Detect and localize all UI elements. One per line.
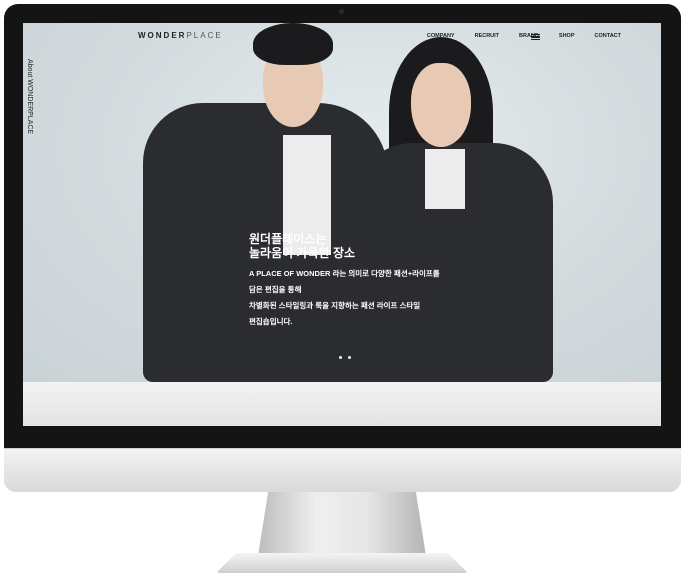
- side-about-label[interactable]: About WONDERPLACE: [26, 59, 33, 134]
- nav-menu: COMPANY RECRUIT BRAND SHOP CONTACT: [427, 33, 621, 39]
- nav-item-recruit[interactable]: RECRUIT: [475, 33, 499, 39]
- hero-desc-line-4: 편집숍입니다.: [249, 317, 293, 326]
- logo-light-text: PLACE: [186, 31, 223, 40]
- slider-dot-1[interactable]: [339, 356, 342, 359]
- nav-item-company[interactable]: COMPANY: [427, 33, 455, 39]
- monitor-stand-foot: [216, 553, 468, 573]
- slider-dot-2[interactable]: [348, 356, 351, 359]
- monitor-stand-neck: [258, 492, 426, 556]
- hero-title-line-2: 놀라움이 가득한 장소: [249, 246, 356, 260]
- website-screen: WONDERPLACE COMPANY RECRUIT BRAND SHOP C…: [23, 23, 661, 426]
- hero-desc-line-1: A PLACE OF WONDER 라는 의미로 다양한 패션+라이프를: [249, 269, 440, 278]
- camera-dot: [339, 9, 344, 14]
- nav-item-contact[interactable]: CONTACT: [595, 33, 621, 39]
- monitor-frame: WONDERPLACE COMPANY RECRUIT BRAND SHOP C…: [0, 0, 685, 576]
- hero-description: A PLACE OF WONDER 라는 의미로 다양한 패션+라이프를 담은 …: [249, 266, 440, 330]
- nav-item-shop[interactable]: SHOP: [559, 33, 575, 39]
- hero-bottom-band: [23, 382, 661, 426]
- slider-dots: [339, 356, 351, 359]
- top-navigation: WONDERPLACE COMPANY RECRUIT BRAND SHOP C…: [23, 23, 661, 51]
- hero-title-line-1: 원더플레이스는: [249, 232, 327, 246]
- hero-copy: 원더플레이스는 놀라움이 가득한 장소 A PLACE OF WONDER 라는…: [249, 232, 440, 330]
- site-logo[interactable]: WONDERPLACE: [138, 31, 223, 40]
- hero-desc-line-3: 차별화된 스타일링과 룩을 지향하는 패션 라이프 스타일: [249, 301, 421, 310]
- hero-title: 원더플레이스는 놀라움이 가득한 장소: [249, 232, 440, 260]
- monitor-chin: [4, 448, 681, 492]
- hamburger-menu-icon[interactable]: [531, 34, 540, 40]
- logo-bold-text: WONDER: [138, 31, 187, 40]
- hero-desc-line-2: 담은 편집을 통해: [249, 285, 302, 294]
